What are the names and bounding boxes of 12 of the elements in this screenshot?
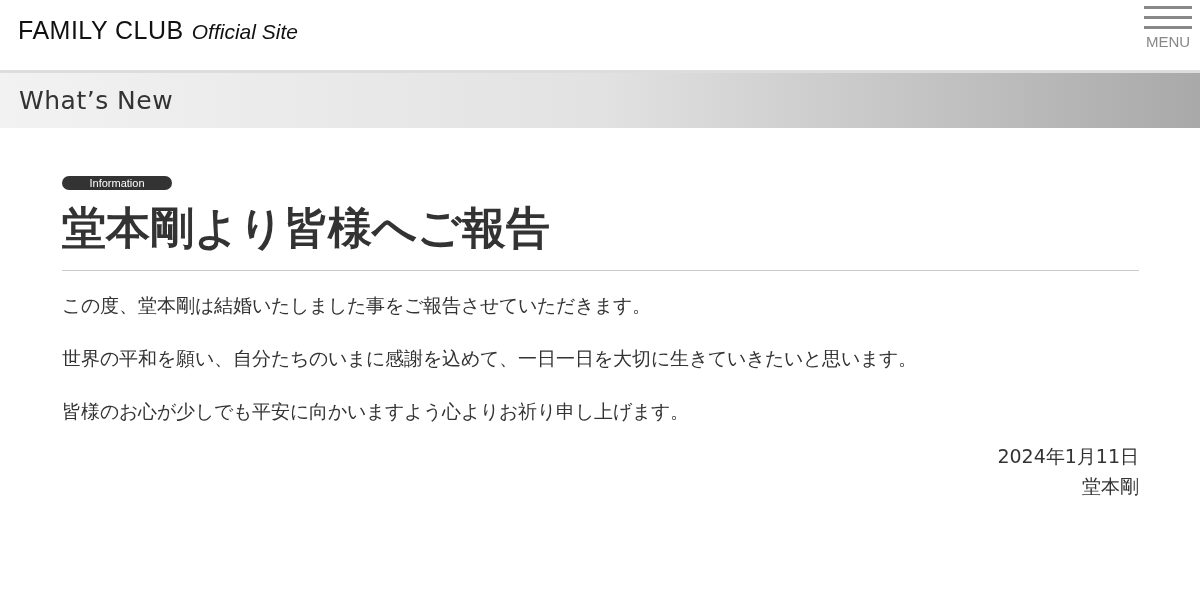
site-logo-subtitle: Official Site <box>191 20 298 44</box>
post-date: 2024年1月11日 <box>997 444 1139 470</box>
body-paragraph: 世界の平和を願い、自分たちのいまに感謝を込めて、一日一日を大切に生きていきたいと思います。 <box>62 346 918 372</box>
article-title: 堂本剛より皆様へご報告 <box>62 201 551 255</box>
section-title: What’s New <box>19 86 174 115</box>
site-logo[interactable]: FAMILY CLUB <box>18 16 184 45</box>
menu-button[interactable]: MENU <box>1144 0 1192 50</box>
body-paragraph: この度、堂本剛は結婚いたしました事をご報告させていただきます。 <box>62 293 652 319</box>
category-tag: Information <box>62 176 172 190</box>
menu-icon <box>1144 6 1192 29</box>
body-paragraph: 皆様のお心が少しでも平安に向かいますよう心よりお祈り申し上げます。 <box>62 399 690 425</box>
signature: 堂本剛 <box>1082 474 1139 500</box>
